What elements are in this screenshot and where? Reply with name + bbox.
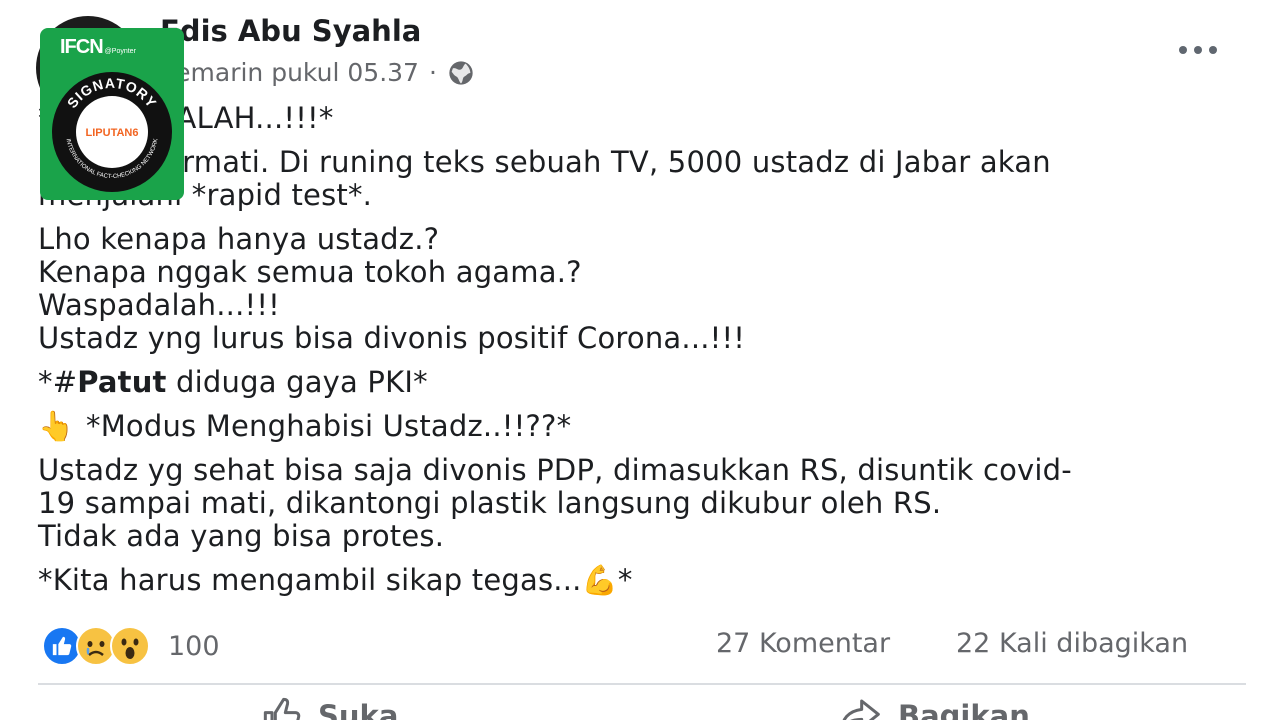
like-button-label: Suka [318,699,399,720]
meta-separator: · [428,58,437,87]
post-paragraph: *#Patut diduga gaya PKI* [38,366,1248,399]
liputan6-logo: LIPUTAN6 [86,127,139,139]
post-paragraph: Lho kenapa hanya ustadz.? Kenapa nggak s… [38,223,1248,355]
post-timestamp[interactable]: Kemarin pukul 05.37 [160,58,419,87]
post-line: Ustadz yng lurus bisa divonis positif Co… [38,321,746,355]
actions-divider [38,683,1246,685]
post-paragraph: Perlu dicermati. Di runing teks sebuah T… [38,146,1248,212]
post-paragraph: Ustadz yg sehat bisa saja divonis PDP, d… [38,454,1248,553]
ifcn-signatory-badge: IFCN @Poynter SIGNATORY INTERNATIONAL FAC… [40,28,184,200]
post-paragraph: *WASPADALAH...!!!* [38,102,1248,135]
ifcn-logo-text: IFCN [60,36,104,58]
ifcn-logo-sub: @Poynter [104,48,136,55]
post-text: * [617,563,633,597]
post-options-button[interactable] [1168,30,1228,70]
post-line: Perlu dicermati. Di runing teks sebuah T… [38,145,1051,179]
post-line: Kenapa nggak semua tokoh agama.? [38,255,582,289]
more-dot-icon [1194,46,1202,54]
post-text: diduga gaya PKI* [166,365,428,399]
post-body: *WASPADALAH...!!!* Perlu dicermati. Di r… [38,102,1248,608]
reactions-summary[interactable]: 100 [42,626,220,666]
facebook-post: Edis Abu Syahla Kemarin pukul 05.37 · *W… [0,0,1280,720]
hashtag-link[interactable]: Patut [77,365,166,399]
post-text: *Kita harus mengambil sikap tegas... [38,563,582,597]
post-paragraph: *Kita harus mengambil sikap tegas...💪* [38,564,1248,597]
post-text: *Modus Menghabisi Ustadz..!!??* [86,409,572,443]
post-paragraph: 👆 *Modus Menghabisi Ustadz..!!??* [38,410,1248,443]
post-line: *WASPADALAH...!!!* [38,101,334,135]
share-button-label: Bagikan [898,699,1030,720]
signatory-seal-icon: SIGNATORY INTERNATIONAL FACT-CHECKING NE… [52,72,172,192]
ifcn-logo: IFCN @Poynter [60,36,136,59]
pointing-up-icon: 👆 [38,409,75,443]
share-arrow-icon [842,699,880,720]
post-line: 19 sampai mati, dikantongi plastik langs… [38,486,942,520]
globe-icon[interactable] [447,59,475,87]
author-name[interactable]: Edis Abu Syahla [160,14,421,48]
post-line: Waspadalah...!!! [38,288,280,322]
post-line: menjalani *rapid test*. [38,178,373,212]
post-meta: Kemarin pukul 05.37 · [160,58,475,87]
like-button[interactable]: Suka [262,696,398,720]
post-line: Ustadz yg sehat bisa saja divonis PDP, d… [38,453,1072,487]
share-count-link[interactable]: 22 Kali dibagikan [956,628,1188,659]
hashtag-prefix: *# [38,365,78,399]
more-dot-icon [1209,46,1217,54]
thumbs-up-icon [263,697,301,720]
wow-reaction-icon [110,626,150,666]
more-dot-icon [1179,46,1187,54]
post-line: Lho kenapa hanya ustadz.? [38,222,440,256]
reaction-count: 100 [168,630,220,662]
flexed-biceps-icon: 💪 [581,563,618,597]
comment-count-link[interactable]: 27 Komentar [716,628,890,659]
share-button[interactable]: Bagikan [838,696,1030,720]
post-line: Tidak ada yang bisa protes. [38,519,445,553]
